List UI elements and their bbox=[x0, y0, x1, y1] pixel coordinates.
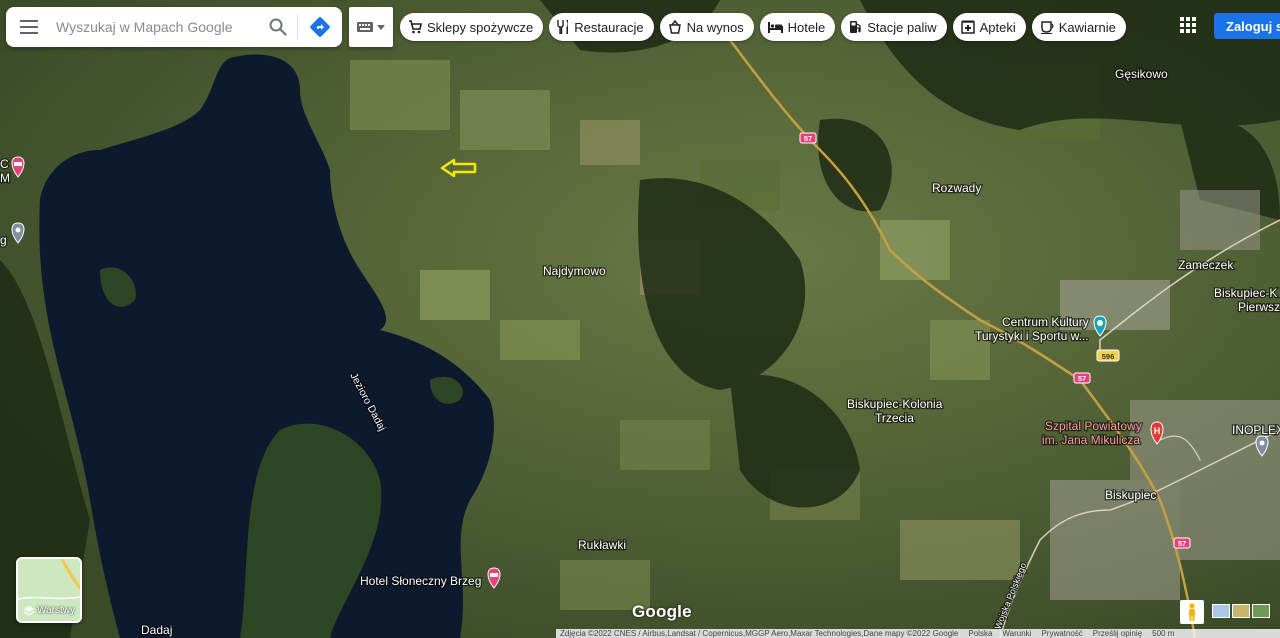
chip-hotels[interactable]: Hotele bbox=[759, 13, 836, 41]
map-footer: Zdjęcia ©2022 CNES / Airbus,Landsat / Co… bbox=[556, 629, 1280, 638]
layers-button[interactable]: Warstwy bbox=[16, 557, 82, 623]
feedback-link[interactable]: Prześlij opinię bbox=[1093, 629, 1142, 638]
label-zameczek[interactable]: Zameczek bbox=[1177, 257, 1236, 274]
label-biskupiec[interactable]: Biskupiec bbox=[1104, 487, 1158, 504]
label-hotel-sloneczny-brzeg[interactable]: Hotel Słoneczny Brzeg bbox=[359, 573, 483, 590]
search-button[interactable] bbox=[259, 7, 297, 47]
privacy-link[interactable]: Prywatność bbox=[1041, 629, 1082, 638]
chip-label: Stacje paliw bbox=[867, 19, 937, 35]
label-left-c: C bbox=[0, 157, 9, 171]
chip-label: Sklepy spożywcze bbox=[427, 19, 534, 35]
chip-groceries[interactable]: Sklepy spożywcze bbox=[400, 13, 544, 41]
directions-button[interactable] bbox=[298, 7, 342, 47]
label-biskupiec-kolonia-trzecia-1[interactable]: Biskupiec-Kolonia bbox=[846, 396, 944, 413]
google-logo: Google bbox=[632, 602, 692, 621]
pegman-icon bbox=[1189, 603, 1195, 621]
terms-link[interactable]: Warunki bbox=[1002, 629, 1031, 638]
chip-label: Kawiarnie bbox=[1058, 19, 1116, 35]
label-najdymowo[interactable]: Najdymowo bbox=[542, 263, 608, 280]
imagery-thumb-3[interactable] bbox=[1252, 604, 1270, 618]
chevron-down-icon bbox=[377, 24, 385, 30]
country-link[interactable]: Polska bbox=[968, 629, 992, 638]
label-centrum-kultury-2[interactable]: Turystyki i Sportu w... bbox=[974, 328, 1090, 345]
category-chips: Sklepy spożywcze Restauracje Na wynos Ho… bbox=[400, 13, 1126, 41]
label-dadaj[interactable]: Dadaj bbox=[140, 622, 174, 638]
street-view-pegman[interactable] bbox=[1180, 600, 1204, 624]
svg-text:57: 57 bbox=[1178, 539, 1186, 548]
label-centrum-kultury-1[interactable]: Centrum Kultury bbox=[1001, 314, 1090, 331]
layers-icon bbox=[24, 605, 34, 615]
road-shield-57-c: 57 bbox=[1173, 537, 1191, 549]
svg-text:57: 57 bbox=[804, 134, 812, 143]
fork-knife-icon bbox=[557, 20, 569, 34]
chip-label: Na wynos bbox=[686, 19, 744, 35]
pharmacy-icon bbox=[960, 20, 975, 34]
chip-label: Hotele bbox=[787, 19, 826, 35]
label-gesikowo[interactable]: Gęsikowo bbox=[1114, 66, 1170, 83]
bed-icon bbox=[767, 22, 783, 33]
road-shield-57-a: 57 bbox=[799, 132, 817, 144]
coffee-icon bbox=[1040, 21, 1054, 34]
takeout-icon bbox=[668, 20, 681, 34]
layers-text: Warstwy bbox=[37, 605, 75, 616]
chip-takeout[interactable]: Na wynos bbox=[659, 13, 754, 41]
scale-bar[interactable]: 500 m bbox=[1152, 629, 1174, 638]
search-input[interactable] bbox=[52, 9, 259, 45]
cart-icon bbox=[409, 20, 422, 34]
gas-pump-icon bbox=[850, 21, 861, 33]
label-ruklawki[interactable]: Rukławki bbox=[577, 537, 628, 554]
imagery-thumb-1[interactable] bbox=[1212, 604, 1230, 618]
label-biskupiec-kolonia-pierwsza-2[interactable]: Pierwsz bbox=[1237, 299, 1280, 316]
label-rozwady[interactable]: Rozwady bbox=[931, 180, 983, 197]
road-shield-596: 596 bbox=[1096, 349, 1120, 362]
google-apps-button[interactable] bbox=[1176, 13, 1200, 37]
label-biskupiec-kolonia-trzecia-2[interactable]: Trzecia bbox=[874, 410, 916, 427]
svg-text:57: 57 bbox=[1078, 374, 1086, 383]
chip-label: Apteki bbox=[979, 19, 1016, 35]
hamburger-icon bbox=[20, 20, 38, 34]
directions-icon bbox=[310, 17, 330, 37]
apps-grid-icon bbox=[1180, 17, 1196, 33]
keyboard-icon bbox=[357, 22, 373, 32]
search-icon bbox=[269, 18, 287, 36]
svg-text:H: H bbox=[1154, 426, 1161, 436]
label-szpital-1[interactable]: Szpital Powiatowy bbox=[1044, 418, 1143, 435]
chip-cafes[interactable]: Kawiarnie bbox=[1031, 13, 1126, 41]
label-left-m: M bbox=[0, 171, 10, 185]
chip-restaurants[interactable]: Restauracje bbox=[549, 13, 654, 41]
label-left-g: g bbox=[0, 233, 7, 247]
road-shield-57-b: 57 bbox=[1073, 372, 1091, 384]
attribution: Zdjęcia ©2022 CNES / Airbus,Landsat / Co… bbox=[560, 629, 959, 638]
chip-pharmacies[interactable]: Apteki bbox=[952, 13, 1026, 41]
imagery-thumbnails bbox=[1212, 604, 1270, 618]
search-box bbox=[6, 7, 342, 47]
menu-button[interactable] bbox=[6, 7, 52, 47]
satellite-map[interactable]: 57 596 57 57 Gęsikowo Rozwady Najdymowo … bbox=[0, 0, 1280, 638]
imagery-thumb-2[interactable] bbox=[1232, 604, 1250, 618]
svg-text:596: 596 bbox=[1102, 352, 1115, 361]
label-szpital-2[interactable]: im. Jana Mikulicza bbox=[1041, 432, 1142, 449]
chip-label: Restauracje bbox=[574, 19, 644, 35]
chip-gas-stations[interactable]: Stacje paliw bbox=[841, 13, 947, 41]
label-inoplex[interactable]: INOPLEX bbox=[1231, 422, 1280, 439]
input-tools-button[interactable] bbox=[349, 7, 393, 47]
sign-in-button[interactable]: Zaloguj się bbox=[1214, 13, 1280, 39]
layers-label: Warstwy bbox=[24, 605, 75, 616]
label-biskupiec-kolonia-pierwsza-1[interactable]: Biskupiec-K bbox=[1213, 285, 1279, 302]
